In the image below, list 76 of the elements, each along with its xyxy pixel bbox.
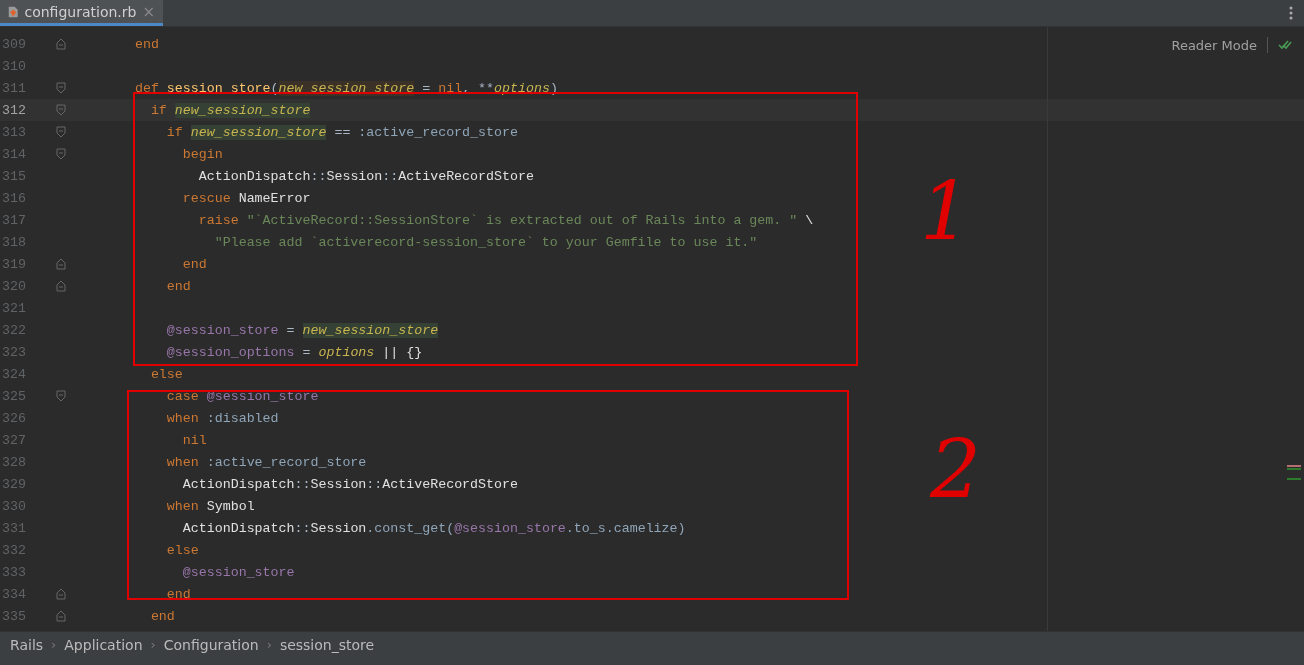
line-number: 333: [1, 564, 26, 580]
breadcrumb-separator: ›: [51, 637, 57, 652]
fold-marker-icon[interactable]: [56, 390, 66, 402]
code-line: end: [149, 608, 175, 624]
fold-marker-icon[interactable]: [56, 126, 66, 138]
line-number: 335: [1, 608, 26, 624]
code-line: end: [133, 36, 159, 52]
line-number: 330: [1, 498, 26, 514]
line-number: 332: [1, 542, 26, 558]
code-line: else: [165, 542, 199, 558]
annotation-number: 1: [920, 172, 971, 252]
code-line: end: [165, 278, 191, 294]
line-number: 331: [1, 520, 26, 536]
line-number: 318: [1, 234, 26, 250]
code-line: @session_store: [181, 564, 295, 580]
line-number: 309: [1, 36, 26, 52]
breadcrumb-item[interactable]: Rails: [10, 636, 44, 653]
breadcrumb-item[interactable]: Configuration: [163, 636, 259, 653]
fold-marker-icon[interactable]: [56, 258, 66, 270]
fold-marker-icon[interactable]: [56, 588, 66, 600]
reader-mode-link[interactable]: Reader Mode: [1171, 37, 1257, 53]
line-number: 312: [1, 102, 26, 118]
line-number: 315: [1, 168, 26, 184]
code-line: ActionDispatch::Session.const_get(@session_store.to_s.camelize): [181, 520, 686, 536]
line-number: 334: [1, 586, 26, 602]
code-line: @session_store = new_session_store: [165, 322, 439, 338]
line-number: 322: [1, 322, 26, 338]
code-line: nil: [181, 432, 207, 448]
code-line: if new_session_store == :active_record_store: [165, 124, 518, 140]
line-number: 328: [1, 454, 26, 470]
line-number: 321: [1, 300, 26, 316]
line-number: 325: [1, 388, 26, 404]
code-line: else: [149, 366, 183, 382]
code-line: case @session_store: [165, 388, 319, 404]
breadcrumb-item[interactable]: session_store: [279, 636, 375, 653]
code-line: rescue NameError: [181, 190, 311, 206]
line-number: 327: [1, 432, 26, 448]
breadcrumb-separator: ›: [150, 637, 156, 652]
code-line: if new_session_store: [149, 102, 311, 118]
fold-marker-icon[interactable]: [56, 82, 66, 94]
fold-marker-icon[interactable]: [56, 38, 66, 50]
code-line: when Symbol: [165, 498, 255, 514]
code-line: ActionDispatch::Session::ActiveRecordStore: [197, 168, 534, 184]
line-number: 316: [1, 190, 26, 206]
breadcrumb-separator: ›: [266, 637, 272, 652]
fold-marker-icon[interactable]: [56, 148, 66, 160]
annotation-number: 2: [930, 430, 981, 510]
line-number: 323: [1, 344, 26, 360]
tab-title: configuration.rb: [24, 3, 137, 20]
more-options-icon[interactable]: [1289, 6, 1293, 20]
file-tab[interactable]: configuration.rb ×: [0, 0, 163, 26]
code-line: @session_options = options || {}: [165, 344, 423, 360]
line-number: 326: [1, 410, 26, 426]
line-number: 317: [1, 212, 26, 228]
code-line: "Please add `activerecord-session_store` to your Gemfile to use it.": [213, 234, 758, 250]
breadcrumb-item[interactable]: Application: [64, 636, 143, 653]
code-line: begin: [181, 146, 223, 162]
scrollbar-markers-icon: [1287, 465, 1301, 480]
code-line: when :disabled: [165, 410, 279, 426]
code-line: ActionDispatch::Session::ActiveRecordStore: [181, 476, 518, 492]
code-line: end: [181, 256, 207, 272]
code-line: when :active_record_store: [165, 454, 367, 470]
fold-marker-icon[interactable]: [56, 610, 66, 622]
code-line: end: [165, 586, 191, 602]
fold-marker-icon[interactable]: [56, 104, 66, 116]
line-number: 319: [1, 256, 26, 272]
line-number: 329: [1, 476, 26, 492]
line-number: 320: [1, 278, 26, 294]
double-check-icon: [1278, 40, 1292, 50]
line-number: 324: [1, 366, 26, 382]
code-line: raise "`ActiveRecord::SessionStore` is extracted out of Rails into a gem. " \: [197, 212, 814, 228]
line-number: 311: [1, 80, 26, 96]
line-number: 310: [1, 58, 26, 74]
line-number: 314: [1, 146, 26, 162]
fold-marker-icon[interactable]: [56, 280, 66, 292]
line-number: 313: [1, 124, 26, 140]
